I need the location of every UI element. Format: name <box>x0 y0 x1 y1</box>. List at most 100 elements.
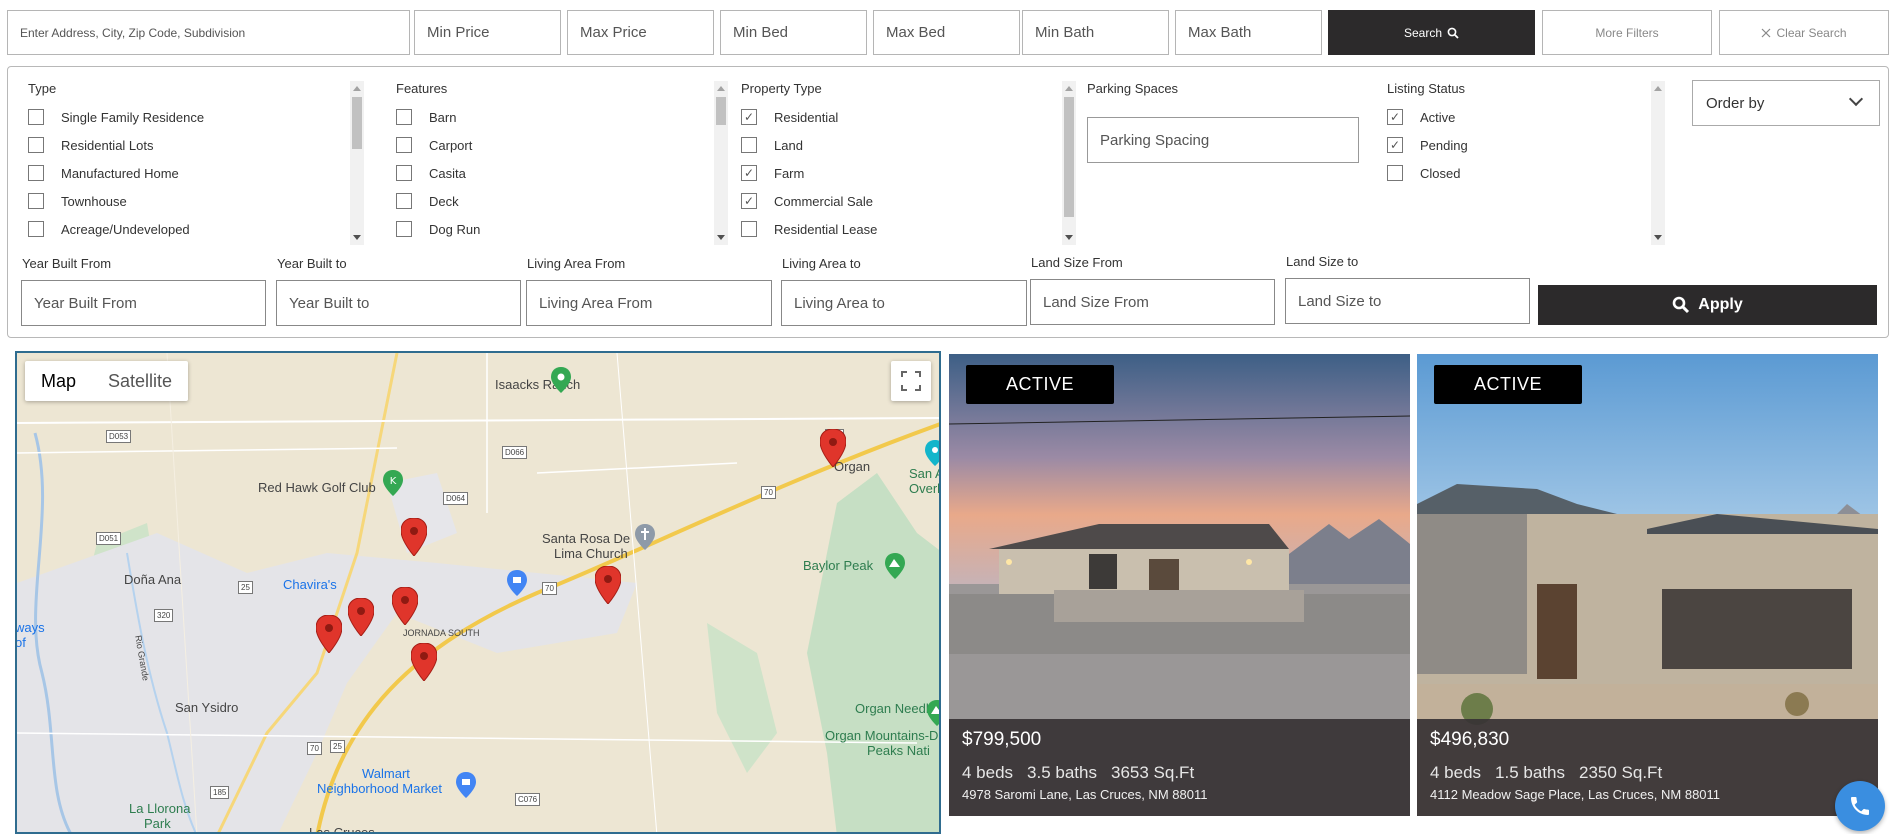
checkbox[interactable]: ✓ <box>741 193 757 209</box>
listing-map-pin[interactable] <box>820 429 846 467</box>
golf-marker-icon: K <box>383 470 403 496</box>
features-option[interactable]: Carport <box>396 131 726 159</box>
type-option[interactable]: Townhouse <box>28 187 358 215</box>
shopping-marker-icon <box>507 570 527 596</box>
park-marker-icon <box>551 367 571 393</box>
property-type-filter-group: Property Type ✓ Residential Land ✓ Farm ✓ Comm… <box>741 81 1071 243</box>
checkbox[interactable] <box>28 137 44 153</box>
checkbox[interactable] <box>741 137 757 153</box>
checkbox[interactable] <box>1387 165 1403 181</box>
listing-map-pin[interactable] <box>348 598 374 636</box>
max-price-input[interactable]: Max Price <box>567 10 714 55</box>
map-type-satellite-button[interactable]: Satellite <box>92 361 188 401</box>
type-scrollbar[interactable] <box>350 81 364 245</box>
apply-label: Apply <box>1698 296 1743 313</box>
checkbox[interactable] <box>396 109 412 125</box>
features-option[interactable]: Barn <box>396 103 726 131</box>
parking-spaces-input[interactable]: Parking Spacing <box>1087 117 1359 163</box>
call-button[interactable] <box>1835 781 1885 831</box>
property-type-option[interactable]: ✓ Commercial Sale <box>741 187 1071 215</box>
apply-button[interactable]: Apply <box>1538 285 1877 325</box>
checkbox[interactable]: ✓ <box>1387 137 1403 153</box>
type-option[interactable]: Single Family Residence <box>28 103 358 131</box>
checkbox[interactable] <box>28 165 44 181</box>
listing-status-option[interactable]: Closed <box>1387 159 1667 187</box>
property-type-option[interactable]: ✓ Farm <box>741 159 1071 187</box>
min-bath-input[interactable]: Min Bath <box>1022 10 1169 55</box>
listing-price: $799,500 <box>962 729 1042 750</box>
listing-map-pin[interactable] <box>411 643 437 681</box>
checkbox[interactable] <box>396 193 412 209</box>
max-bath-input[interactable]: Max Bath <box>1175 10 1322 55</box>
checkbox[interactable] <box>396 137 412 153</box>
place-label: San Ysidro <box>175 700 239 715</box>
property-type-option[interactable]: Land <box>741 131 1071 159</box>
checkbox[interactable]: ✓ <box>1387 109 1403 125</box>
type-option[interactable]: Acreage/Undeveloped <box>28 215 358 243</box>
checkbox[interactable]: ✓ <box>741 165 757 181</box>
listing-status-option[interactable]: ✓ Active <box>1387 103 1667 131</box>
place-label: Park <box>144 816 171 831</box>
listing-status-option[interactable]: ✓ Pending <box>1387 131 1667 159</box>
living-area-to-input[interactable]: Living Area to <box>781 280 1027 326</box>
listing-status-option-label: Pending <box>1420 137 1468 153</box>
fullscreen-button[interactable] <box>891 361 931 401</box>
listing-map-pin[interactable] <box>401 518 427 556</box>
road-shield: 25 <box>238 581 253 594</box>
property-type-option[interactable]: ✓ Residential <box>741 103 1071 131</box>
features-option[interactable]: Dog Run <box>396 215 726 243</box>
listing-map-pin[interactable] <box>316 615 342 653</box>
land-size-to-input[interactable]: Land Size to <box>1285 278 1530 324</box>
features-option-label: Deck <box>429 193 459 209</box>
listing-map-pin[interactable] <box>392 587 418 625</box>
more-filters-button[interactable]: More Filters <box>1542 10 1712 55</box>
property-type-option-label: Commercial Sale <box>774 193 873 209</box>
address-search-input[interactable]: Enter Address, City, Zip Code, Subdivisi… <box>7 10 410 55</box>
road-shield: 320 <box>154 609 174 622</box>
type-option-label: Single Family Residence <box>61 109 205 125</box>
min-price-input[interactable]: Min Price <box>414 10 561 55</box>
features-option[interactable]: Casita <box>396 159 726 187</box>
features-option[interactable]: Deck <box>396 187 726 215</box>
features-scrollbar[interactable] <box>714 81 728 245</box>
shopping-marker-icon <box>456 772 476 798</box>
clear-search-button[interactable]: Clear Search <box>1719 10 1889 55</box>
min-bed-input[interactable]: Min Bed <box>720 10 867 55</box>
road-shield: 70 <box>761 486 776 499</box>
listing-status-filter-group: Listing Status ✓ Active ✓ Pending Closed <box>1387 81 1667 187</box>
type-option[interactable]: Residential Lots <box>28 131 358 159</box>
checkbox[interactable] <box>28 221 44 237</box>
road-shield: C076 <box>515 793 541 806</box>
land-size-from-input[interactable]: Land Size From <box>1030 279 1275 325</box>
listing-status-scrollbar[interactable] <box>1651 81 1665 245</box>
church-marker-icon <box>635 524 655 550</box>
listing-map-pin[interactable] <box>595 566 621 604</box>
road-shield: 185 <box>210 786 230 799</box>
road-shield: 70 <box>307 742 322 755</box>
max-bed-input[interactable]: Max Bed <box>873 10 1020 55</box>
living-area-from-input[interactable]: Living Area From <box>526 280 772 326</box>
place-label: Neighborhood Market <box>317 781 443 796</box>
checkbox[interactable] <box>28 109 44 125</box>
peak-marker-icon <box>927 700 939 726</box>
checkbox[interactable]: ✓ <box>741 109 757 125</box>
checkbox[interactable] <box>396 165 412 181</box>
checkbox[interactable] <box>741 221 757 237</box>
place-label: Overl <box>909 481 941 496</box>
map-view[interactable]: Map Satellite Isaacks Ranch Red Hawk Gol… <box>15 351 941 834</box>
property-type-option[interactable]: Residential Lease <box>741 215 1071 243</box>
type-option[interactable]: Manufactured Home <box>28 159 358 187</box>
year-built-from-input[interactable]: Year Built From <box>21 280 266 326</box>
checkbox[interactable] <box>28 193 44 209</box>
year-built-to-input[interactable]: Year Built to <box>276 280 521 326</box>
search-label: Search <box>1403 25 1443 40</box>
map-canvas <box>17 353 939 832</box>
listing-card[interactable]: ACTIVE $496,830 4 beds 1.5 baths 2350 Sq… <box>1417 354 1878 816</box>
property-type-scrollbar[interactable] <box>1062 81 1076 245</box>
checkbox[interactable] <box>396 221 412 237</box>
order-by-select[interactable]: Order by <box>1692 80 1880 126</box>
search-button[interactable]: Search <box>1328 10 1535 55</box>
map-type-map-button[interactable]: Map <box>25 361 92 401</box>
listing-specs: 4 beds 3.5 baths 3653 Sq.Ft <box>962 763 1194 783</box>
listing-card[interactable]: ACTIVE $799,500 4 beds 3.5 baths 3653 Sq… <box>949 354 1410 816</box>
